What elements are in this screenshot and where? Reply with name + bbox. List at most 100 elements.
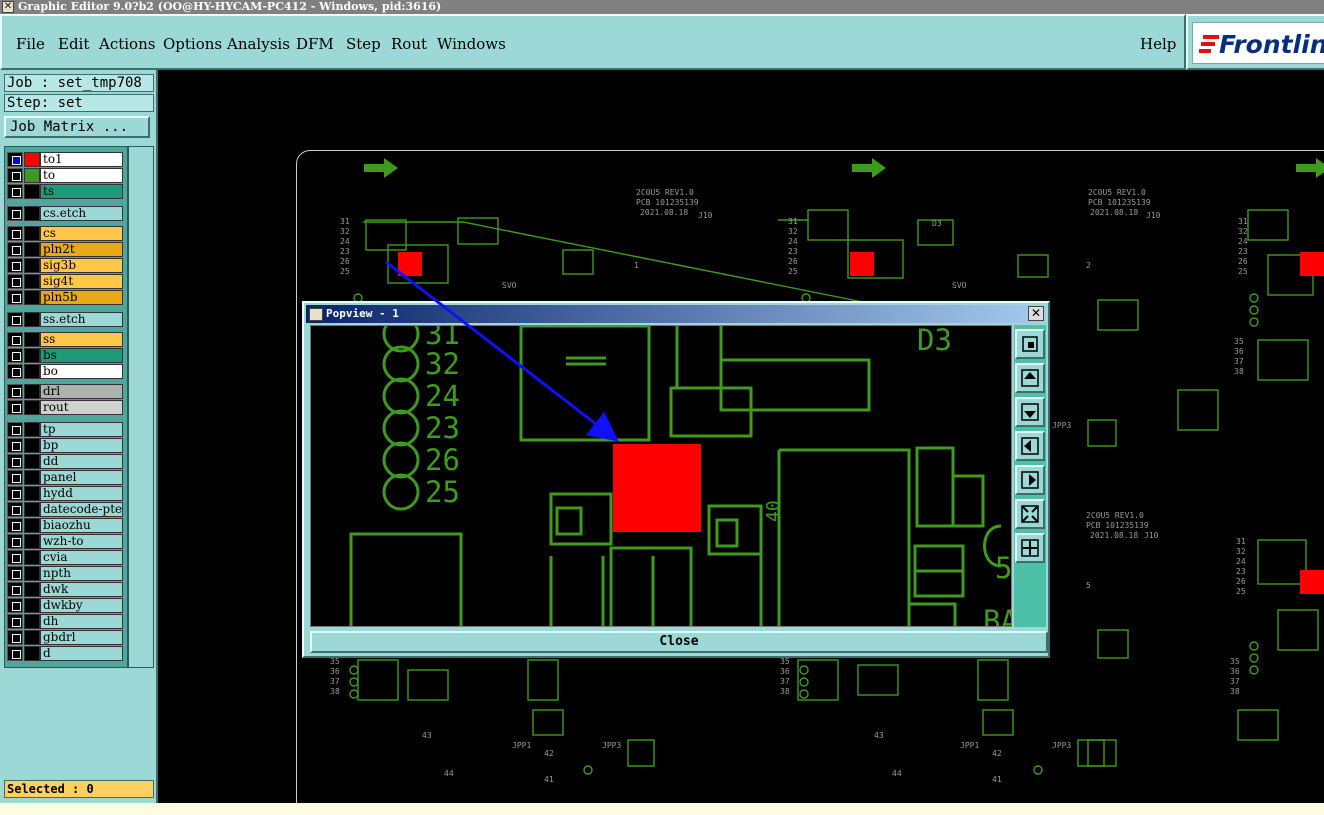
layer-checkbox[interactable] <box>7 454 23 469</box>
layer-name[interactable]: panel <box>40 470 123 485</box>
popview-canvas[interactable]: 31 32 24 23 26 25 D3 5 BA 40 <box>310 325 1012 627</box>
menu-rout[interactable]: Rout <box>391 35 427 53</box>
layer-checkbox[interactable] <box>7 502 23 517</box>
layer-checkbox[interactable] <box>7 582 23 597</box>
layer-checkbox[interactable] <box>7 534 23 549</box>
layer-row-wzh-to[interactable]: wzh-to <box>7 534 123 549</box>
popview-close-icon[interactable]: ✕ <box>1028 306 1044 321</box>
layer-name[interactable]: rout <box>40 400 123 415</box>
menu-analysis[interactable]: Analysis <box>227 35 290 53</box>
layer-name[interactable]: tp <box>40 422 123 437</box>
layer-checkbox[interactable] <box>7 206 23 221</box>
layer-color-swatch[interactable] <box>24 168 40 183</box>
popview-close-button[interactable]: Close <box>310 631 1048 653</box>
layer-name[interactable]: drl <box>40 384 123 399</box>
layer-row-hydd[interactable]: hydd <box>7 486 123 501</box>
layer-name[interactable]: ts <box>40 184 123 199</box>
layer-row-bs[interactable]: bs <box>7 348 123 363</box>
layer-checkbox[interactable] <box>7 242 23 257</box>
layer-color-swatch[interactable] <box>24 646 40 661</box>
layer-row-to[interactable]: to <box>7 168 123 183</box>
layer-name[interactable]: bp <box>40 438 123 453</box>
highlighted-pad[interactable] <box>1300 570 1324 594</box>
layer-row-ss[interactable]: ss <box>7 332 123 347</box>
layer-row-gbdrl[interactable]: gbdrl <box>7 630 123 645</box>
layer-row-dwk[interactable]: dwk <box>7 582 123 597</box>
layer-name[interactable]: sig4t <box>40 274 123 289</box>
layer-checkbox[interactable] <box>7 470 23 485</box>
layer-color-swatch[interactable] <box>24 486 40 501</box>
layer-row-pln2t[interactable]: pln2t <box>7 242 123 257</box>
layer-checkbox[interactable] <box>7 598 23 613</box>
menu-actions[interactable]: Actions <box>99 35 155 53</box>
layer-checkbox[interactable] <box>7 226 23 241</box>
layer-row-npth[interactable]: npth <box>7 566 123 581</box>
layer-checkbox[interactable] <box>7 290 23 305</box>
layer-row-dwkby[interactable]: dwkby <box>7 598 123 613</box>
pan-down-icon[interactable] <box>1015 397 1045 427</box>
pan-left-icon[interactable] <box>1015 431 1045 461</box>
layer-color-swatch[interactable] <box>24 258 40 273</box>
layer-name[interactable]: bo <box>40 364 123 379</box>
layer-name[interactable]: npth <box>40 566 123 581</box>
layer-row-d[interactable]: d <box>7 646 123 661</box>
layer-checkbox[interactable] <box>7 152 23 167</box>
layer-checkbox[interactable] <box>7 312 23 327</box>
menu-edit[interactable]: Edit <box>58 35 89 53</box>
layer-checkbox[interactable] <box>7 332 23 347</box>
layer-row-cs.etch[interactable]: cs.etch <box>7 206 123 221</box>
layer-color-swatch[interactable] <box>24 598 40 613</box>
menu-file[interactable]: File <box>16 35 45 53</box>
layer-name[interactable]: dwkby <box>40 598 123 613</box>
layer-name[interactable]: pln2t <box>40 242 123 257</box>
menu-dfm[interactable]: DFM <box>296 35 334 53</box>
layer-color-swatch[interactable] <box>24 226 40 241</box>
layer-color-swatch[interactable] <box>24 630 40 645</box>
layer-checkbox[interactable] <box>7 486 23 501</box>
layer-row-cs[interactable]: cs <box>7 226 123 241</box>
layer-checkbox[interactable] <box>7 400 23 415</box>
layer-color-swatch[interactable] <box>24 348 40 363</box>
job-matrix-button[interactable]: Job Matrix ... <box>4 116 150 138</box>
layer-row-drl[interactable]: drl <box>7 384 123 399</box>
layer-name[interactable]: wzh-to <box>40 534 123 549</box>
layer-row-sig3b[interactable]: sig3b <box>7 258 123 273</box>
zoom-fit-icon[interactable] <box>1015 499 1045 529</box>
layer-color-swatch[interactable] <box>24 454 40 469</box>
layer-checkbox[interactable] <box>7 184 23 199</box>
layer-row-dd[interactable]: dd <box>7 454 123 469</box>
layer-row-datecode-pte[interactable]: datecode-pte <box>7 502 123 517</box>
layer-checkbox[interactable] <box>7 550 23 565</box>
highlighted-pad[interactable] <box>850 252 874 276</box>
layer-name[interactable]: pln5b <box>40 290 123 305</box>
highlighted-pad[interactable] <box>398 252 422 276</box>
layer-row-cvia[interactable]: cvia <box>7 550 123 565</box>
layer-checkbox[interactable] <box>7 348 23 363</box>
zoom-in-icon[interactable] <box>1015 533 1045 563</box>
layer-row-sig4t[interactable]: sig4t <box>7 274 123 289</box>
layer-color-swatch[interactable] <box>24 274 40 289</box>
layer-color-swatch[interactable] <box>24 422 40 437</box>
layer-name[interactable]: cs.etch <box>40 206 123 221</box>
layer-name[interactable]: datecode-pte <box>40 502 123 517</box>
layer-name[interactable]: to <box>40 168 123 183</box>
layer-list-scrollbar[interactable] <box>128 146 154 668</box>
layer-checkbox[interactable] <box>7 258 23 273</box>
layer-name[interactable]: ss <box>40 332 123 347</box>
layer-name[interactable]: dd <box>40 454 123 469</box>
layer-row-rout[interactable]: rout <box>7 400 123 415</box>
menu-step[interactable]: Step <box>346 35 381 53</box>
layer-name[interactable]: gbdrl <box>40 630 123 645</box>
layer-color-swatch[interactable] <box>24 206 40 221</box>
layer-name[interactable]: biaozhu <box>40 518 123 533</box>
layer-row-to1[interactable]: to1 <box>7 152 123 167</box>
layer-checkbox[interactable] <box>7 646 23 661</box>
layer-checkbox[interactable] <box>7 438 23 453</box>
layer-row-bp[interactable]: bp <box>7 438 123 453</box>
layer-name[interactable]: hydd <box>40 486 123 501</box>
layer-name[interactable]: ss.etch <box>40 312 123 327</box>
layer-name[interactable]: dwk <box>40 582 123 597</box>
layer-checkbox[interactable] <box>7 518 23 533</box>
layer-checkbox[interactable] <box>7 630 23 645</box>
layer-row-tp[interactable]: tp <box>7 422 123 437</box>
